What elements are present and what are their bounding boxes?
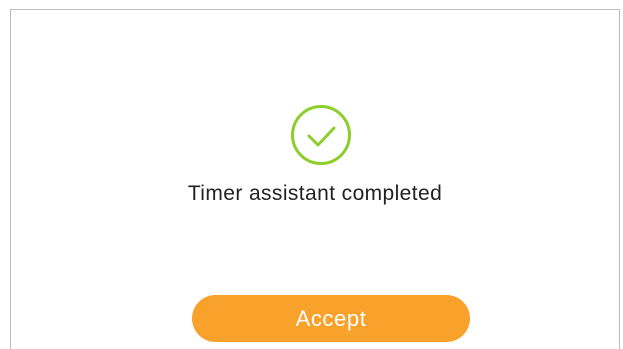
completion-message: Timer assistant completed <box>187 182 443 205</box>
accept-button[interactable]: Accept <box>192 295 470 342</box>
accept-button-label: Accept <box>295 305 367 331</box>
completion-dialog: Timer assistant completed Accept <box>10 9 620 349</box>
check-circle-icon <box>290 104 352 166</box>
